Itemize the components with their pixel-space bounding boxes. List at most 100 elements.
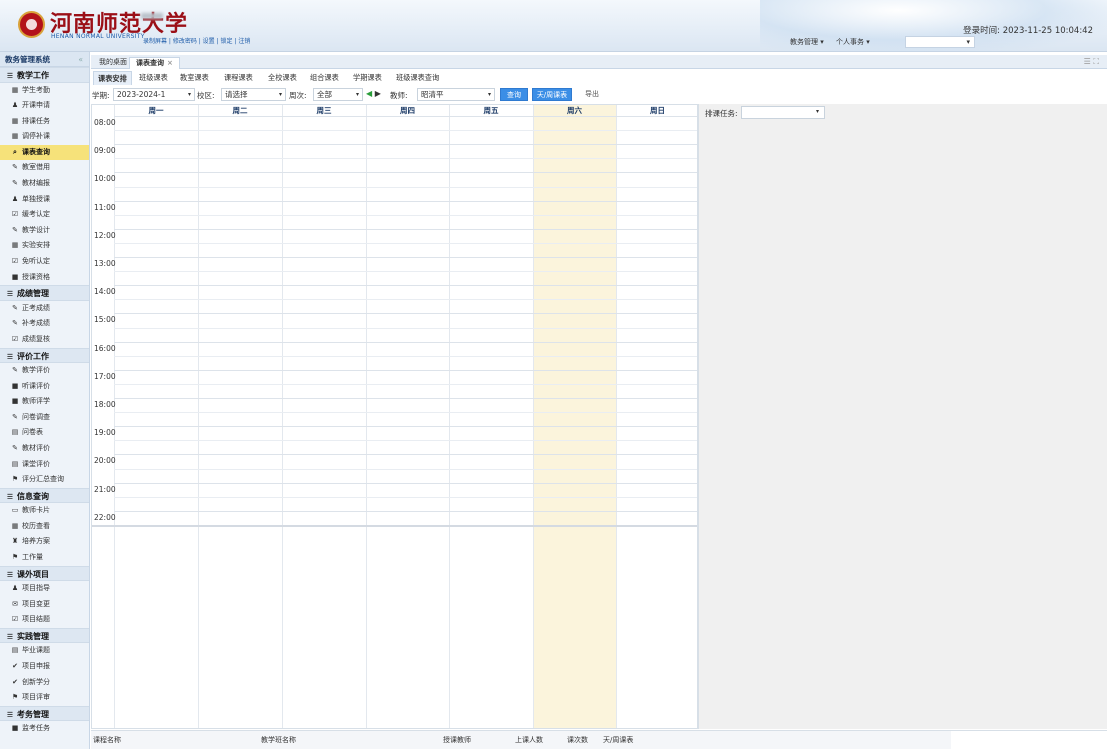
subtab-room[interactable]: 教室课表 bbox=[180, 71, 209, 85]
sidebar-item[interactable]: ☑ 免听认定 bbox=[0, 254, 89, 270]
sidebar-section[interactable]: ☰ 考务管理 bbox=[0, 705, 89, 722]
sidebar-section[interactable]: ☰ 课外项目 bbox=[0, 565, 89, 582]
sidebar-item[interactable]: ■ 授课资格 bbox=[0, 270, 89, 286]
comment-icon: ✉ bbox=[12, 599, 18, 608]
chevron-down-icon: ▾ bbox=[278, 91, 282, 98]
column-divider bbox=[366, 105, 367, 728]
sidebar-item[interactable]: ■ 监考任务 bbox=[0, 721, 89, 737]
sidebar-item[interactable]: ▤ 毕业课题 bbox=[0, 643, 89, 659]
day-week-schedule-button[interactable]: 天/周课表 bbox=[532, 88, 572, 101]
sidebar-item[interactable]: ✔ 项目申报 bbox=[0, 659, 89, 675]
close-icon[interactable]: × bbox=[167, 59, 173, 67]
col-students[interactable]: 上课人数 bbox=[515, 735, 543, 745]
day-header: 周二 bbox=[232, 106, 248, 115]
sidebar-item[interactable]: ■ 教师评学 bbox=[0, 394, 89, 410]
sidebar-item[interactable]: ▤ 问卷表 bbox=[0, 425, 89, 441]
sidebar-item[interactable]: ✎ 教材评价 bbox=[0, 441, 89, 457]
week-select[interactable]: 全部 ▾ bbox=[313, 88, 363, 101]
sidebar-item[interactable]: ▦ 排课任务 bbox=[0, 114, 89, 130]
sidebar-item[interactable]: ⚑ 项目评审 bbox=[0, 690, 89, 706]
subtab-school[interactable]: 全校课表 bbox=[268, 71, 297, 85]
next-week-icon[interactable]: ▶ bbox=[375, 89, 381, 98]
sidebar-item-label: 培养方案 bbox=[22, 537, 50, 546]
sidebar-item[interactable]: ▦ 学生考勤 bbox=[0, 83, 89, 99]
check-square-icon: ☑ bbox=[11, 334, 19, 343]
subtab-course[interactable]: 课程课表 bbox=[224, 71, 253, 85]
prev-week-icon[interactable]: ◀ bbox=[366, 89, 372, 98]
sidebar-item[interactable]: ✎ 教室借用 bbox=[0, 160, 89, 176]
grid-icon: ▦ bbox=[11, 116, 19, 125]
subtab-combined[interactable]: 组合课表 bbox=[310, 71, 339, 85]
sidebar-item[interactable]: ♟ 单独授课 bbox=[0, 192, 89, 208]
sidebar-section[interactable]: ☰ 信息查询 bbox=[0, 487, 89, 504]
top-links[interactable]: 录制屏幕 | 修改密码 | 设置 | 锁定 | 注销 bbox=[143, 36, 250, 45]
sidebar-item-label: 校历查看 bbox=[22, 521, 50, 530]
export-button[interactable]: 导出 bbox=[575, 88, 609, 101]
tab-schedule-query[interactable]: 课表查询 × bbox=[129, 57, 180, 69]
row-divider bbox=[114, 257, 697, 258]
sidebar-item[interactable]: ▭ 教师卡片 bbox=[0, 503, 89, 519]
collapse-icon[interactable]: « bbox=[78, 52, 83, 67]
subtab-term[interactable]: 学期课表 bbox=[353, 71, 382, 85]
sidebar-section[interactable]: ☰ 教学工作 bbox=[0, 67, 89, 83]
subtab-class-query[interactable]: 班级课表查询 bbox=[396, 71, 439, 85]
sidebar-item[interactable]: ☑ 项目结题 bbox=[0, 612, 89, 628]
row-divider bbox=[114, 229, 697, 230]
sidebar-item[interactable]: ✎ 问卷调查 bbox=[0, 410, 89, 426]
teacher-select[interactable]: 昭清平 ▾ bbox=[417, 88, 495, 101]
term-select[interactable]: 2023-2024-1 ▾ bbox=[113, 88, 195, 101]
sidebar-item-label: 缓考认定 bbox=[22, 210, 50, 219]
col-course-name[interactable]: 课程名称 bbox=[93, 735, 121, 745]
tab-desktop[interactable]: 我的桌面 bbox=[93, 57, 133, 69]
tab-corner-icons[interactable]: ☰ ⛶ bbox=[1084, 57, 1099, 67]
check-square-icon: ☑ bbox=[11, 210, 19, 219]
subtab-class[interactable]: 班级课表 bbox=[139, 71, 168, 85]
menu-academic[interactable]: 教务管理 ▾ bbox=[790, 38, 824, 46]
header-select[interactable]: ▾ bbox=[905, 36, 975, 48]
saturday-highlight bbox=[533, 105, 616, 728]
col-teacher[interactable]: 授课教师 bbox=[443, 735, 471, 745]
sidebar-item[interactable]: ⌕ 课表查询 bbox=[0, 144, 89, 161]
menu-personal[interactable]: 个人事务 ▾ bbox=[836, 38, 870, 46]
sidebar-item[interactable]: ■ 听课评价 bbox=[0, 379, 89, 395]
campus-select[interactable]: 请选择 ▾ bbox=[221, 88, 286, 101]
sidebar-item[interactable]: ✎ 教学设计 bbox=[0, 223, 89, 239]
sidebar-item[interactable]: ✎ 正考成绩 bbox=[0, 301, 89, 317]
task-select[interactable]: ▾ bbox=[741, 106, 825, 119]
grid-end-divider bbox=[92, 525, 697, 527]
sidebar-item[interactable]: ✎ 教学评价 bbox=[0, 363, 89, 379]
col-class-name[interactable]: 教学班名称 bbox=[261, 735, 296, 745]
sidebar-item[interactable]: ✎ 教材编报 bbox=[0, 176, 89, 192]
sidebar-item[interactable]: ▤ 课堂评价 bbox=[0, 457, 89, 473]
sidebar-item[interactable]: ♟ 开课申请 bbox=[0, 98, 89, 114]
sidebar-item[interactable]: ☑ 成绩复核 bbox=[0, 332, 89, 348]
sidebar-item[interactable]: ♟ 项目指导 bbox=[0, 581, 89, 597]
calendar-icon: ▦ bbox=[11, 85, 19, 94]
tab-label: 课表查询 bbox=[136, 59, 164, 67]
sidebar-item[interactable]: ♜ 培养方案 bbox=[0, 534, 89, 550]
header: 河南师范大学 HENAN NORMAL UNIVERSITY 录制屏幕 | 修改… bbox=[0, 0, 1107, 52]
row-divider bbox=[114, 328, 697, 329]
sidebar-item[interactable]: ✉ 项目变更 bbox=[0, 597, 89, 613]
sidebar-section[interactable]: ☰ 成绩管理 bbox=[0, 285, 89, 301]
sidebar-item[interactable]: ▦ 实验安排 bbox=[0, 238, 89, 254]
sidebar-item-label: 教学设计 bbox=[22, 225, 50, 234]
edit-icon: ✎ bbox=[12, 163, 18, 172]
bottom-right-blank bbox=[951, 730, 1107, 749]
sidebar-item[interactable]: ▦ 调停补课 bbox=[0, 129, 89, 145]
subtab-arrange[interactable]: 课表安排 bbox=[93, 71, 132, 85]
col-sessions[interactable]: 课次数 bbox=[567, 735, 588, 745]
grid-icon: ▦ bbox=[11, 132, 19, 141]
sidebar-item[interactable]: ⚑ 工作量 bbox=[0, 550, 89, 566]
sidebar-item-label: 补考成绩 bbox=[22, 319, 50, 328]
sidebar-item[interactable]: ✔ 创新学分 bbox=[0, 675, 89, 691]
col-day-week[interactable]: 天/周课表 bbox=[603, 735, 633, 745]
sidebar-item[interactable]: ☑ 缓考认定 bbox=[0, 207, 89, 223]
row-divider bbox=[114, 158, 697, 159]
sidebar-item[interactable]: ✎ 补考成绩 bbox=[0, 316, 89, 332]
sidebar-item[interactable]: ⚑ 评分汇总查询 bbox=[0, 472, 89, 488]
sidebar-item[interactable]: ▦ 校历查看 bbox=[0, 519, 89, 535]
sidebar-section[interactable]: ☰ 实践管理 bbox=[0, 627, 89, 644]
query-button[interactable]: 查询 bbox=[500, 88, 528, 101]
sidebar-section[interactable]: ☰ 评价工作 bbox=[0, 347, 89, 363]
